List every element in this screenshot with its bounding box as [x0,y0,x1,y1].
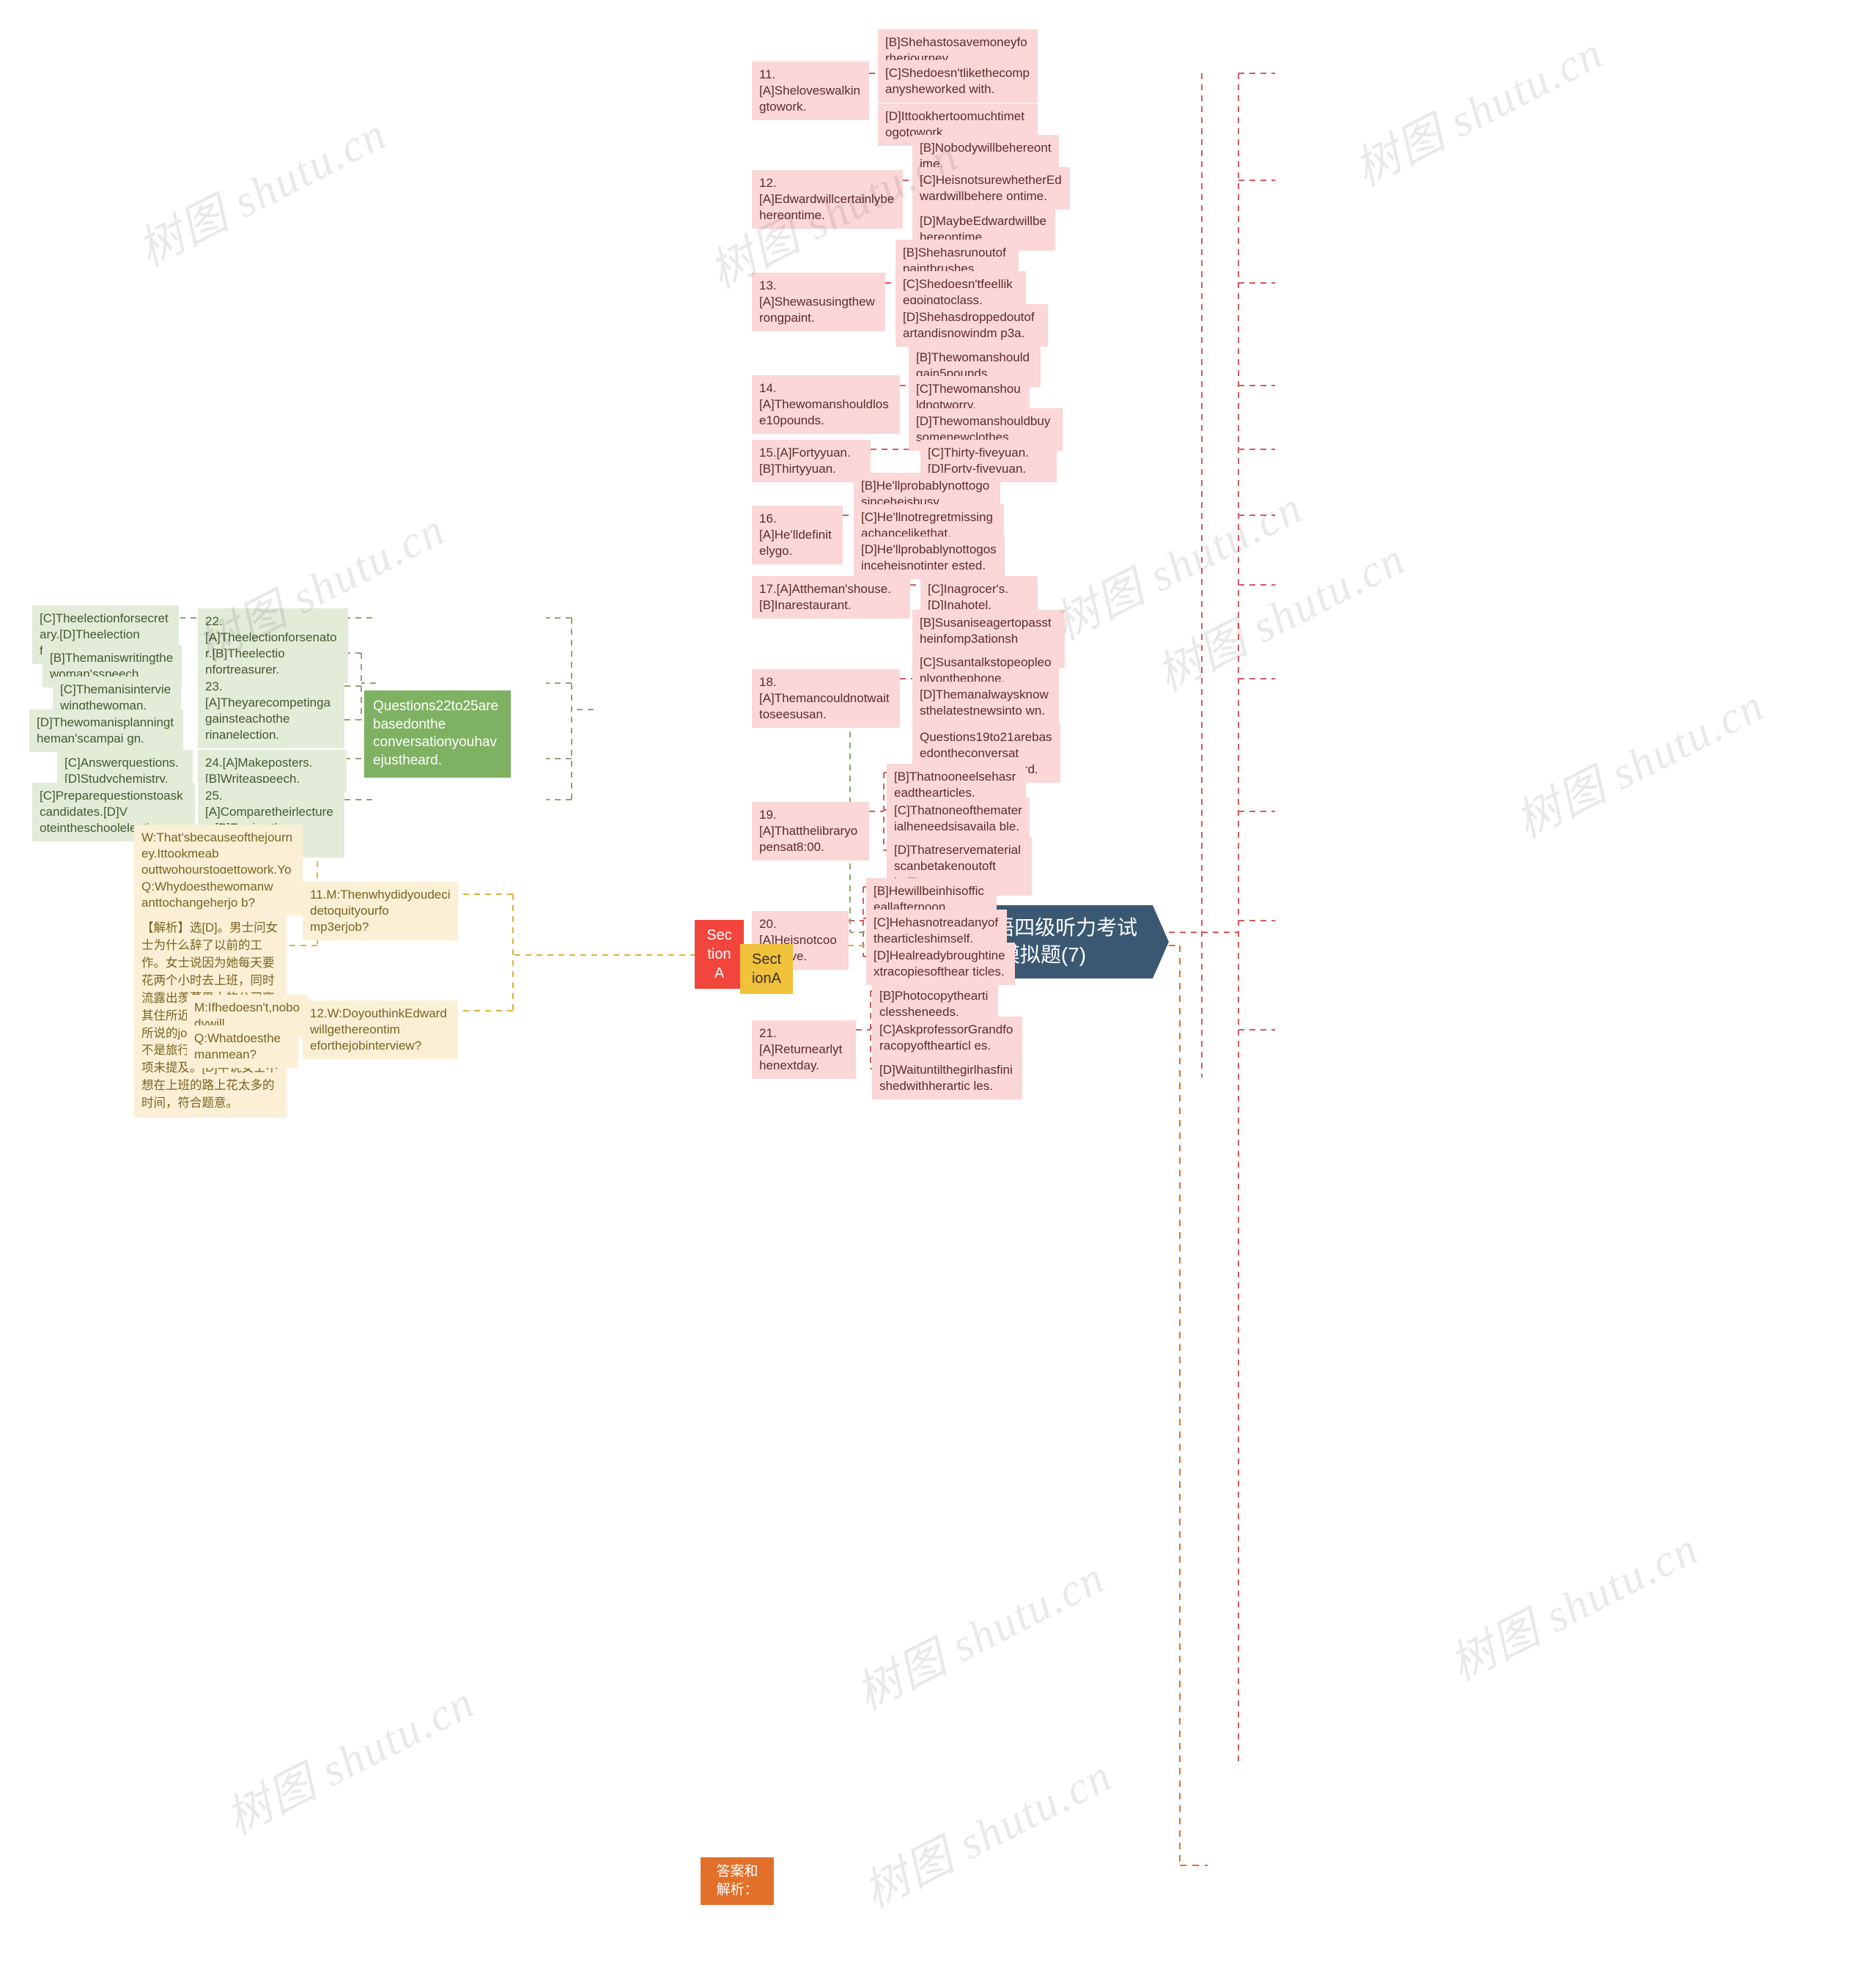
transcript-stem-11[interactable]: 11.M:Thenwhydidyoudecidetoquityourfo mp3… [303,882,458,941]
question-stem-11[interactable]: 11.[A]Sheloveswalkingtowork. [752,62,869,121]
watermark: 树图 shutu.cn [1046,482,1311,650]
question-stem-21[interactable]: 21.[A]Returnearlythenextday. [752,1020,856,1080]
question-stem-14[interactable]: 14.[A]Thewomanshouldlose10pounds. [752,375,900,435]
question-stem-16[interactable]: 16.[A]He'lldefinitelygo. [752,506,843,565]
question-stem-23[interactable]: 23.[A]Theyarecompetingagainsteachothe ri… [198,674,344,749]
chip-section-a-red[interactable]: SectionA [695,920,744,989]
watermark: 树图 shutu.cn [1508,680,1773,848]
option-21-d[interactable]: [D]Waituntilthegirlhasfinishedwithherart… [872,1057,1022,1100]
watermark: 树图 shutu.cn [849,1552,1113,1720]
transcript-12-question[interactable]: Q:Whatdoesthemanmean? [187,1025,298,1069]
chip-answers-analysis[interactable]: 答案和解析： [701,1857,774,1906]
option-11-c[interactable]: [C]Shedoesn'tlikethecompanysheworked wit… [878,60,1038,103]
option-12-c[interactable]: [C]HeisnotsurewhetherEdwardwillbehere on… [912,167,1070,210]
option-21-c[interactable]: [C]AskprofessorGrandforacopyofthearticl … [872,1017,1022,1060]
question-stem-19[interactable]: 19.[A]Thatthelibraryopensat8:00. [752,802,869,861]
option-20-d[interactable]: [D]Healreadybroughtinextracopiesofthear … [866,943,1015,986]
watermark: 树图 shutu.cn [1347,28,1611,196]
chip-section-a-yellow[interactable]: SectionA [740,944,793,994]
option-13-d[interactable]: [D]Shehasdroppedoutofartandisnowindm p3a… [895,304,1048,347]
question-stem-17[interactable]: 17.[A]Attheman'shouse.[B]Inarestaurant. [752,576,910,619]
question-stem-12[interactable]: 12.[A]Edwardwillcertainlybehereontime. [752,170,903,229]
question-stem-18[interactable]: 18.[A]Themancouldnotwaittoseesusan. [752,669,900,729]
option-16-d[interactable]: [D]He'llprobablynottogosinceheisnotinter… [854,537,1005,580]
option-23-d[interactable]: [D]Thewomanisplanningtheman'scampai gn. [29,710,183,753]
option-18-d[interactable]: [D]Themanalwaysknowsthelatestnewsinto wn… [912,682,1059,725]
watermark: 树图 shutu.cn [1442,1523,1707,1691]
question-stem-13[interactable]: 13.[A]Shewasusingthewrongpaint. [752,273,885,332]
watermark: 树图 shutu.cn [218,1677,483,1845]
watermark: 树图 shutu.cn [1149,534,1414,701]
watermark: 树图 shutu.cn [130,108,395,276]
mindmap-canvas: 2013年英语四级听力考试全真模拟题(7) 11.[A]Sheloveswalk… [0,0,1876,1968]
transcript-stem-12[interactable]: 12.W:DoyouthinkEdwardwillgethereontim ef… [303,1000,458,1060]
questions-22-to-25-main[interactable]: Questions22to25arebasedonthe conversatio… [364,690,511,778]
question-stem-22[interactable]: 22.[A]Theelectionforsenator.[B]Theelecti… [198,608,348,684]
transcript-11-question[interactable]: Q:Whydoesthewomanwanttochangeherjo b? [134,874,284,917]
watermark: 树图 shutu.cn [856,1750,1120,1918]
question-stem-15[interactable]: 15.[A]Fortyyuan.[B]Thirtyyuan. [752,440,871,483]
option-19-c[interactable]: [C]Thatnoneofthematerialheneedsisavaila … [887,797,1030,841]
